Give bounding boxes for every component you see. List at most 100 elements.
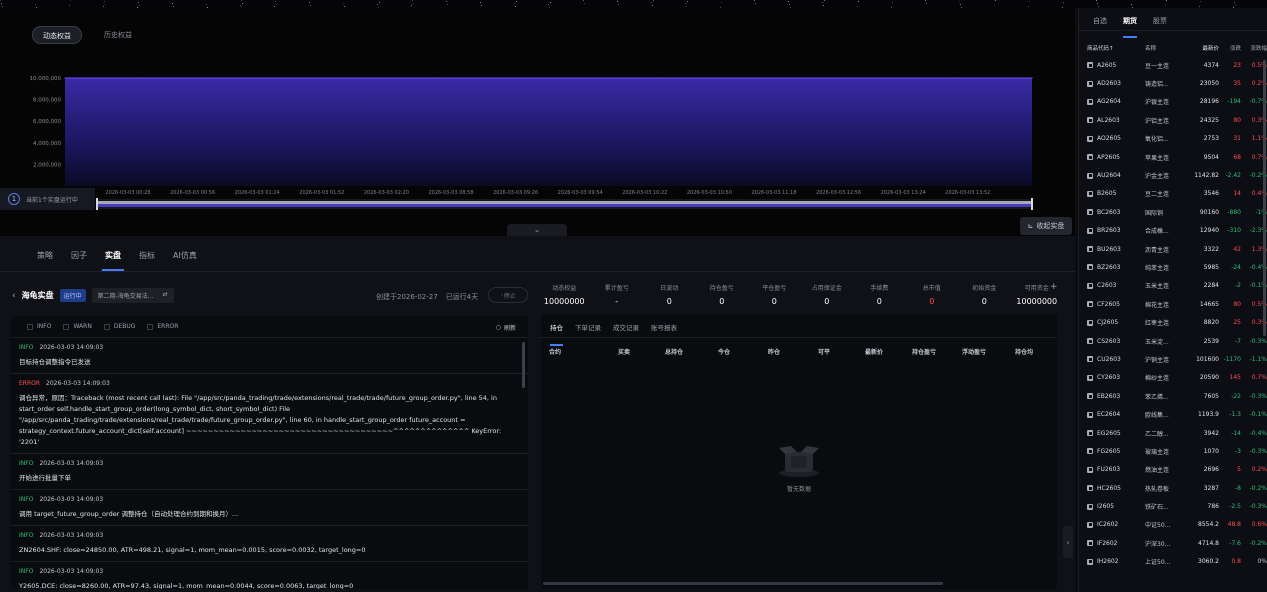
- favorite-icon[interactable]: [1087, 503, 1093, 510]
- favorite-icon[interactable]: [1087, 319, 1093, 326]
- watchlist-row[interactable]: HC2605 热轧卷板 3287 -8 -0.2%: [1079, 479, 1267, 497]
- add-stat-icon[interactable]: +: [1050, 282, 1058, 292]
- favorite-icon[interactable]: [1087, 374, 1093, 381]
- favorite-icon[interactable]: [1087, 301, 1093, 308]
- watchlist-row[interactable]: EC2604 欧线集... 1193.9 -1.3 -0.1%: [1079, 405, 1267, 423]
- favorite-icon[interactable]: [1087, 282, 1093, 289]
- collapse-live-button[interactable]: ⊾ 收起实盘: [1020, 217, 1072, 235]
- log-scrollbar[interactable]: [522, 342, 525, 388]
- tab-live[interactable]: 实盘: [96, 248, 130, 271]
- watchlist-row[interactable]: CF2605 棉花主连 14665 80 0.5%: [1079, 295, 1267, 313]
- x-tick-label: 2026-03-03 01:52: [299, 190, 344, 196]
- watchlist-row[interactable]: I2605 铁矿石... 786 -2.5 -0.3%: [1079, 497, 1267, 515]
- positions-scrollbar[interactable]: [543, 582, 943, 585]
- watchlist-row[interactable]: BR2603 合成橡... 12940 -310 -2.3%: [1079, 222, 1267, 240]
- stop-button[interactable]: ◦ 停止: [488, 287, 528, 303]
- watchlist-row[interactable]: FG2605 玻璃主连 1070 -3 -0.3%: [1079, 442, 1267, 460]
- favorite-icon[interactable]: [1087, 190, 1093, 197]
- watchlist-row[interactable]: AU2604 沪金主连 1142.82 -2.42 -0.2%: [1079, 166, 1267, 184]
- log-message: 开始进行批量下单: [19, 474, 71, 482]
- tab-orders[interactable]: 下单记录: [575, 322, 601, 337]
- favorite-icon[interactable]: [1087, 393, 1093, 400]
- favorite-icon[interactable]: [1087, 485, 1093, 492]
- watchlist-row[interactable]: IC2602 中证50... 8554.2 48.8 0.6%: [1079, 516, 1267, 534]
- tab-account-report[interactable]: 账号报表: [651, 322, 677, 337]
- watchlist-row[interactable]: BU2603 沥青主连 3322 42 1.3%: [1079, 240, 1267, 258]
- favorite-icon[interactable]: [1087, 411, 1093, 418]
- watchlist-row[interactable]: IF2602 沪深30... 4714.8 -7.6 -0.2%: [1079, 534, 1267, 552]
- star-dot: [275, 1, 276, 2]
- favorite-icon[interactable]: [1087, 62, 1093, 69]
- watchlist-row[interactable]: BZ2603 纯苯主连 5985 -24 -0.4%: [1079, 258, 1267, 276]
- watchlist-code-text: B2605: [1097, 190, 1117, 198]
- favorite-icon[interactable]: [1087, 227, 1093, 234]
- tab-stocks[interactable]: 股票: [1153, 16, 1167, 30]
- filter-info[interactable]: INFO: [27, 323, 51, 330]
- watchlist-row[interactable]: CU2603 沪铜主连 101600 -1170 -1.1%: [1079, 350, 1267, 368]
- favorite-icon[interactable]: [1087, 246, 1093, 253]
- tab-history-equity[interactable]: 历史权益: [94, 26, 142, 44]
- favorite-icon[interactable]: [1087, 540, 1093, 547]
- watchlist-row[interactable]: AO2605 氧化铝... 2753 31 1.1%: [1079, 130, 1267, 148]
- tab-factor[interactable]: 因子: [62, 248, 96, 271]
- tab-futures[interactable]: 期货: [1123, 16, 1137, 38]
- watchlist-row[interactable]: CY2603 棉纱主连 20590 145 0.7%: [1079, 369, 1267, 387]
- watchlist-row[interactable]: EG2605 乙二醇... 3942 -14 -0.4%: [1079, 424, 1267, 442]
- favorite-icon[interactable]: [1087, 558, 1093, 565]
- watchlist-row[interactable]: CJ2605 红枣主连 8820 25 0.3%: [1079, 313, 1267, 331]
- log-level: ERROR: [19, 380, 41, 387]
- watchlist-name: 玉米主连: [1145, 283, 1170, 291]
- refresh-button[interactable]: ○ 刷新: [496, 323, 516, 332]
- x-tick-label: 2026-03-03 02:20: [364, 190, 409, 196]
- stat-label: 平仓盈亏: [762, 285, 787, 292]
- favorite-icon[interactable]: [1087, 264, 1093, 271]
- favorite-icon[interactable]: [1087, 430, 1093, 436]
- tab-strategy[interactable]: 策略: [28, 248, 62, 271]
- watchlist-row[interactable]: BC2603 国际铜 90160 -880 -1%: [1079, 203, 1267, 221]
- collapse-chart-chevron-icon[interactable]: ⌄: [507, 224, 567, 236]
- tab-ai-sim[interactable]: AI仿真: [164, 248, 206, 271]
- favorite-icon[interactable]: [1087, 98, 1093, 105]
- running-label: 当前1个实盘运行中: [26, 196, 78, 204]
- watchlist-row[interactable]: C2603 玉米主连 2284 -2 -0.1%: [1079, 277, 1267, 295]
- watchlist-row[interactable]: AP2605 苹果主连 9504 68 0.7%: [1079, 148, 1267, 166]
- favorite-icon[interactable]: [1087, 135, 1093, 142]
- filter-warn[interactable]: WARN: [63, 323, 92, 330]
- tab-trades[interactable]: 成交记录: [613, 322, 639, 337]
- col-code[interactable]: 商品代码↑: [1087, 44, 1145, 52]
- watchlist-row[interactable]: B2605 豆二主连 3546 14 0.4%: [1079, 185, 1267, 203]
- filter-debug[interactable]: DEBUG: [103, 323, 135, 330]
- favorite-icon[interactable]: [1087, 117, 1093, 124]
- favorite-icon[interactable]: [1087, 356, 1093, 363]
- watchlist-row[interactable]: CS2603 玉米淀... 2539 -7 -0.3%: [1079, 332, 1267, 350]
- sidebar-toggle-chevron-icon[interactable]: ‹: [1063, 526, 1073, 558]
- watchlist-row[interactable]: AD2603 铸造铝... 23050 35 0.2%: [1079, 74, 1267, 92]
- watchlist-row[interactable]: A2605 豆一主连 4374 23 0.5%: [1079, 56, 1267, 74]
- favorite-icon[interactable]: [1087, 448, 1093, 455]
- watchlist-row[interactable]: AG2604 沪银主连 28196 -194 -0.7%: [1079, 93, 1267, 111]
- running-badge[interactable]: 1 当前1个实盘运行中: [0, 188, 95, 210]
- tab-favorites[interactable]: 自选: [1093, 16, 1107, 30]
- watchlist-scrollbar[interactable]: [1263, 60, 1266, 336]
- watchlist-row[interactable]: FU2603 燃油主连 2696 5 0.2%: [1079, 461, 1267, 479]
- tab-indicator[interactable]: 指标: [130, 248, 164, 271]
- watchlist-row[interactable]: EB2603 苯乙烯... 7605 -22 -0.3%: [1079, 387, 1267, 405]
- favorite-icon[interactable]: [1087, 154, 1093, 161]
- tab-dynamic-equity[interactable]: 动态权益: [32, 26, 82, 44]
- favorite-icon[interactable]: [1087, 80, 1093, 87]
- favorite-icon[interactable]: [1087, 466, 1093, 473]
- watchlist-row[interactable]: AL2603 沪铝主连 24325 80 0.3%: [1079, 111, 1267, 129]
- back-chevron-icon[interactable]: ‹: [12, 291, 16, 301]
- favorite-icon[interactable]: [1087, 209, 1093, 216]
- account-select[interactable]: 第二期-海龟交易法... ⇄: [91, 288, 174, 303]
- tab-positions[interactable]: 持仓: [550, 322, 563, 346]
- watchlist-row[interactable]: IH2602 上证50... 3060.2 0.8 0%: [1079, 553, 1267, 571]
- watchlist-code-text: A2605: [1097, 61, 1117, 69]
- favorite-icon[interactable]: [1087, 172, 1093, 179]
- favorite-icon[interactable]: [1087, 521, 1093, 528]
- equity-chart: 10,000,000 8,000,000 6,000,000 4,000,000 2,0…: [30, 76, 1033, 210]
- watchlist-change-pct: -0.3%: [1249, 503, 1267, 511]
- watchlist-change: -22: [1231, 392, 1241, 400]
- filter-error[interactable]: ERROR: [147, 323, 178, 330]
- favorite-icon[interactable]: [1087, 338, 1093, 345]
